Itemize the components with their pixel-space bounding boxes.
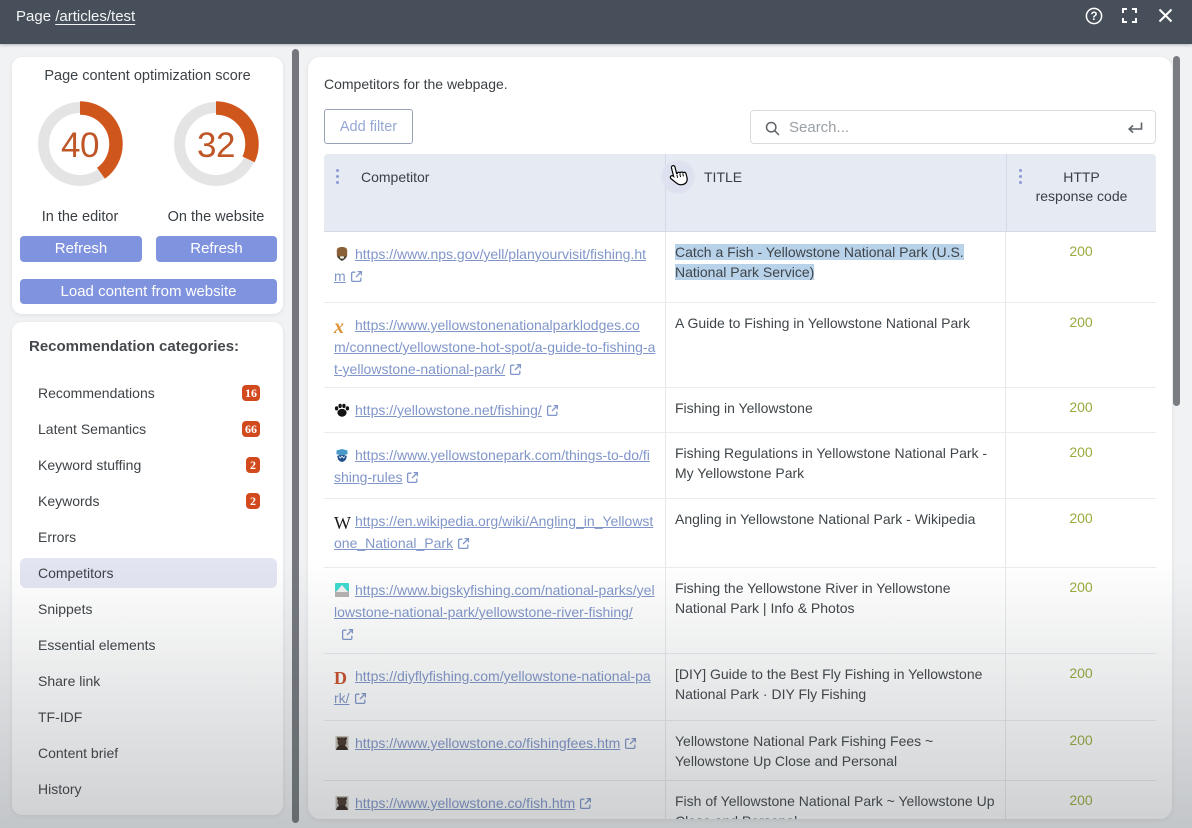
svg-text:40: 40	[61, 126, 99, 165]
svg-text:?: ?	[1090, 11, 1097, 23]
svg-text:32: 32	[197, 126, 235, 165]
